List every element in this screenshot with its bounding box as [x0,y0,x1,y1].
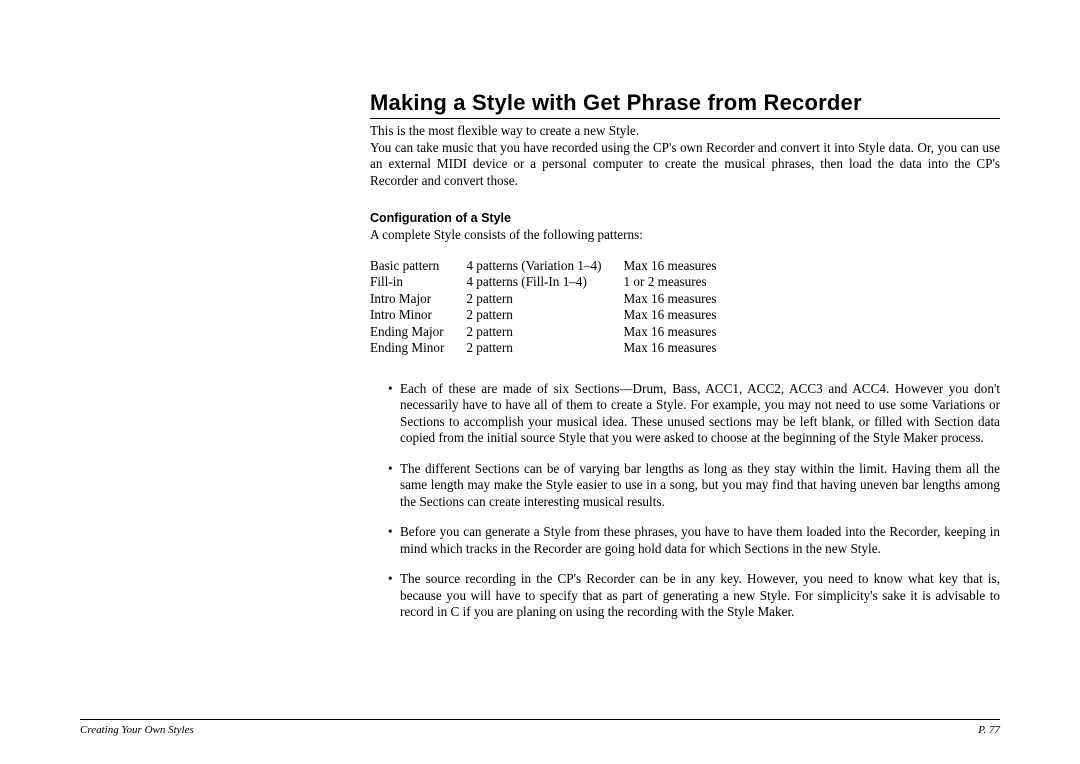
table-row: Intro Major2 patternMax 16 measures [370,291,739,308]
page-footer: Creating Your Own Styles P. 77 [0,719,1080,736]
cell-meas: Max 16 measures [624,307,739,324]
list-item: Each of these are made of six Sections—D… [388,381,1000,447]
intro-paragraph-2: You can take music that you have recorde… [370,140,1000,190]
footer-right: P. 77 [978,724,1000,736]
pattern-table: Basic pattern4 patterns (Variation 1–4)M… [370,258,739,357]
cell-count: 2 pattern [466,291,623,308]
cell-meas: Max 16 measures [624,258,739,275]
table-row: Fill-in4 patterns (Fill-In 1–4)1 or 2 me… [370,274,739,291]
list-item: Before you can generate a Style from the… [388,524,1000,557]
cell-count: 2 pattern [466,324,623,341]
config-intro: A complete Style consists of the followi… [370,227,1000,244]
cell-count: 4 patterns (Fill-In 1–4) [466,274,623,291]
cell-meas: 1 or 2 measures [624,274,739,291]
cell-name: Ending Minor [370,340,466,357]
cell-count: 2 pattern [466,307,623,324]
cell-meas: Max 16 measures [624,291,739,308]
intro-paragraph-1: This is the most flexible way to create … [370,123,1000,140]
cell-name: Basic pattern [370,258,466,275]
list-item: The source recording in the CP's Recorde… [388,571,1000,621]
cell-meas: Max 16 measures [624,324,739,341]
footer-left: Creating Your Own Styles [80,724,194,736]
cell-meas: Max 16 measures [624,340,739,357]
list-item: The different Sections can be of varying… [388,461,1000,511]
footer-rule [80,719,1000,720]
table-row: Ending Minor2 patternMax 16 measures [370,340,739,357]
cell-name: Intro Minor [370,307,466,324]
page-title: Making a Style with Get Phrase from Reco… [370,90,1000,116]
table-row: Basic pattern4 patterns (Variation 1–4)M… [370,258,739,275]
table-row: Intro Minor2 patternMax 16 measures [370,307,739,324]
table-row: Ending Major2 patternMax 16 measures [370,324,739,341]
bullet-list: Each of these are made of six Sections—D… [370,381,1000,621]
title-rule [370,118,1000,119]
cell-count: 2 pattern [466,340,623,357]
cell-name: Intro Major [370,291,466,308]
cell-count: 4 patterns (Variation 1–4) [466,258,623,275]
section-subhead: Configuration of a Style [370,211,1000,225]
cell-name: Ending Major [370,324,466,341]
cell-name: Fill-in [370,274,466,291]
